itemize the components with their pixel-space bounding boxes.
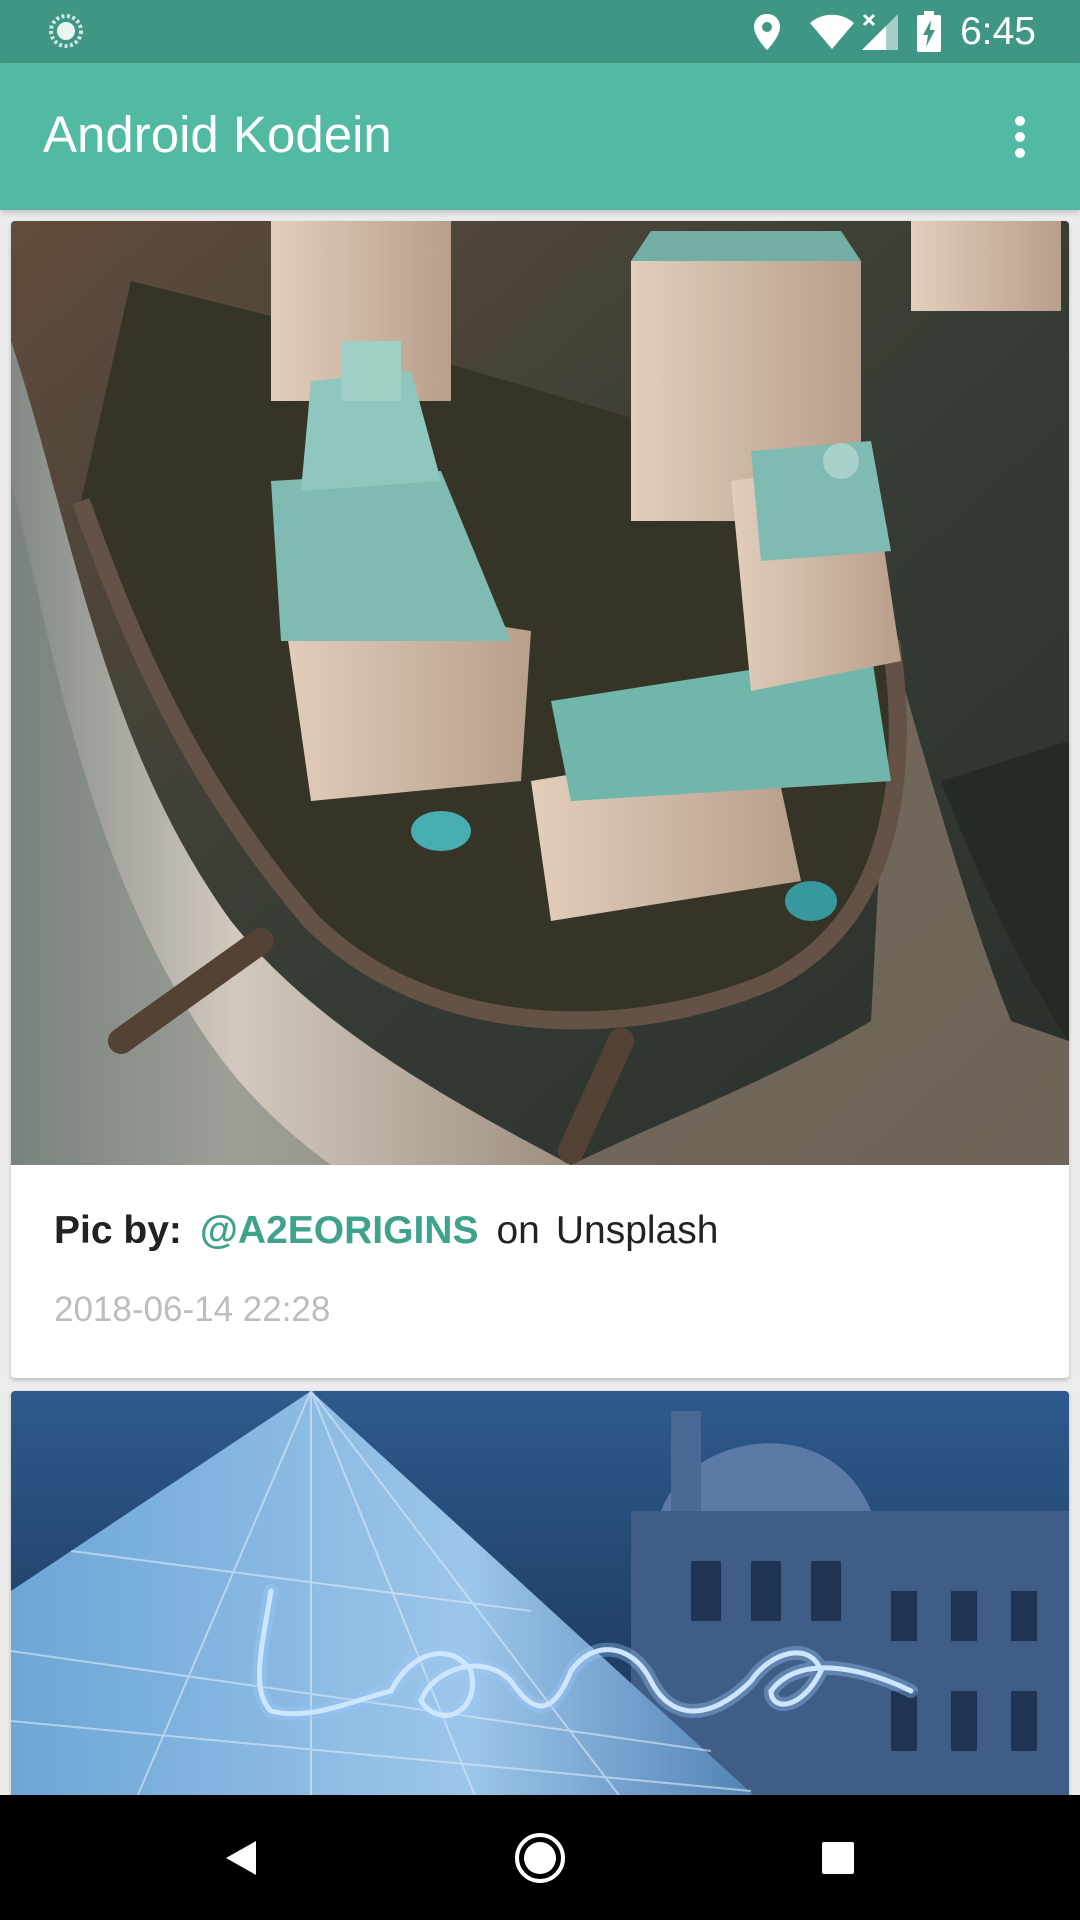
app-bar: Android Kodein xyxy=(0,63,1080,210)
on-label: on xyxy=(496,1209,540,1252)
signal-no-data-icon xyxy=(862,13,899,50)
louvre-love-photo[interactable] xyxy=(11,1391,1069,1811)
loading-spinner-icon xyxy=(49,14,83,48)
back-icon xyxy=(226,1841,256,1875)
photo-card[interactable]: Pic by: @A2EORIGINS on Unsplash 2018-06-14 … xyxy=(11,221,1069,1378)
location-icon xyxy=(754,13,781,50)
status-time: 6:45 xyxy=(960,9,1036,53)
back-button[interactable] xyxy=(206,1823,276,1893)
recents-button[interactable] xyxy=(803,1823,873,1893)
navigation-bar xyxy=(0,1795,1080,1920)
screen: 6:45 Android Kodein Pic by: @A2EORIGINS … xyxy=(0,0,1080,1920)
aerial-buildings-photo[interactable] xyxy=(11,221,1069,1165)
post-date: 2018-06-14 22:28 xyxy=(54,1290,331,1329)
recents-icon xyxy=(822,1842,854,1874)
battery-charging-icon xyxy=(917,10,942,52)
status-bar: 6:45 xyxy=(0,0,1080,63)
home-button[interactable] xyxy=(505,1823,575,1893)
more-vert-icon xyxy=(1015,116,1025,158)
home-icon xyxy=(515,1833,565,1883)
overflow-menu-button[interactable] xyxy=(990,107,1050,167)
wifi-icon xyxy=(810,14,855,49)
photo-credit: Pic by: @A2EORIGINS on Unsplash xyxy=(54,1209,718,1253)
source-link[interactable]: Unsplash xyxy=(556,1209,719,1252)
app-title: Android Kodein xyxy=(43,106,392,163)
pic-by-label: Pic by: xyxy=(54,1209,182,1252)
photographer-link[interactable]: @A2EORIGINS xyxy=(200,1209,479,1252)
status-icons: 6:45 xyxy=(752,0,1080,63)
